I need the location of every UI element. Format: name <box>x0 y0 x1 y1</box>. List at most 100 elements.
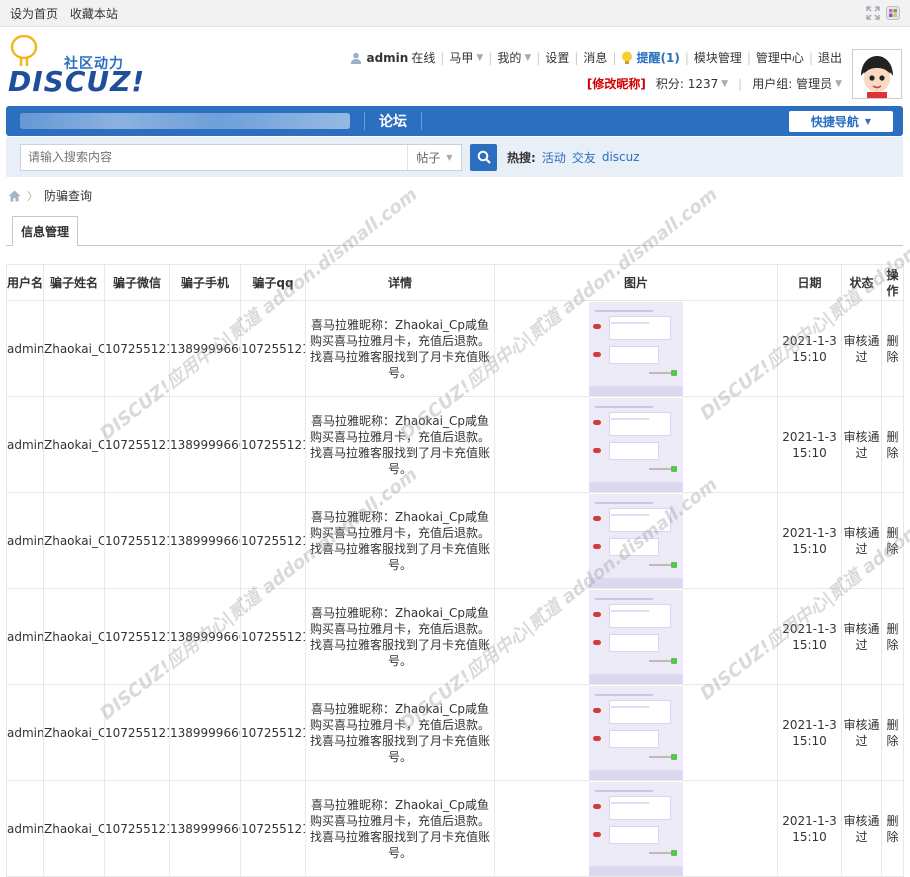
cell-image <box>494 492 778 589</box>
logout-link[interactable]: 退出 <box>818 49 842 66</box>
cell-scammer-name: Zhaokai_Cp <box>43 492 105 589</box>
fullscreen-icon[interactable] <box>866 6 880 20</box>
search-type-select[interactable]: 帖子 ▼ <box>407 144 461 170</box>
search-input[interactable] <box>21 144 407 170</box>
delete-link[interactable]: 删除 <box>881 492 904 589</box>
points-menu[interactable]: 积分: 1237 <box>656 75 718 92</box>
evidence-screenshot-thumbnail[interactable] <box>589 493 683 588</box>
evidence-screenshot-thumbnail[interactable] <box>589 781 683 876</box>
cell-scammer-wechat: 1072551211 <box>104 684 170 781</box>
column-header-scammer-name: 骗子姓名 <box>43 264 105 301</box>
delete-link[interactable]: 删除 <box>881 588 904 685</box>
cell-scammer-qq: 1072551211 <box>240 588 306 685</box>
cell-scammer-phone: 13899996666 <box>169 396 241 493</box>
chevron-down-icon: ▼ <box>864 117 872 126</box>
module-management-link[interactable]: 模块管理 <box>694 49 742 66</box>
cell-scammer-name: Zhaokai_Cp <box>43 684 105 781</box>
username-link[interactable]: admin <box>366 51 408 65</box>
cell-username: admin <box>6 780 44 877</box>
cell-detail: 喜马拉雅昵称：Zhaokai_Cp咸鱼购买喜马拉雅月卡，充值后退款。找喜马拉雅客… <box>305 588 495 685</box>
column-header-detail: 详情 <box>305 264 495 301</box>
set-homepage-link[interactable]: 设为首页 <box>10 7 58 21</box>
hot-search-link[interactable]: discuz <box>602 150 640 164</box>
evidence-screenshot-thumbnail[interactable] <box>589 589 683 684</box>
site-logo[interactable]: 社区动力 DISCUZ! <box>8 35 144 100</box>
top-toolbar: 设为首页 收藏本站 <box>0 0 910 27</box>
hot-search-link[interactable]: 交友 <box>572 149 596 166</box>
cell-image <box>494 780 778 877</box>
settings-link[interactable]: 设置 <box>545 49 569 66</box>
tab-label: 信息管理 <box>20 225 69 239</box>
avatar[interactable] <box>852 49 902 99</box>
column-header-scammer-phone: 骗子手机 <box>169 264 241 301</box>
site-header: 社区动力 DISCUZ! admin 在线 | 马甲 ▼ | 我的 ▼ | 设置 |… <box>0 27 910 105</box>
chevron-down-icon: ▼ <box>835 78 842 89</box>
cell-status: 审核通过 <box>841 396 882 493</box>
evidence-screenshot-thumbnail[interactable] <box>589 685 683 780</box>
home-icon[interactable] <box>8 190 21 202</box>
cell-status: 审核通过 <box>841 300 882 397</box>
toolbar-icons <box>866 6 900 20</box>
vest-menu[interactable]: 马甲 <box>449 49 473 66</box>
cell-scammer-wechat: 1072551211 <box>104 588 170 685</box>
cell-scammer-qq: 1072551211 <box>240 684 306 781</box>
nav-item-forum[interactable]: 论坛 <box>379 111 407 131</box>
cell-date: 2021-1-3 15:10 <box>777 684 842 781</box>
delete-link[interactable]: 删除 <box>881 300 904 397</box>
column-header-date: 日期 <box>777 264 842 301</box>
separator: | <box>738 76 743 91</box>
bookmark-site-link[interactable]: 收藏本站 <box>70 7 118 21</box>
cell-detail: 喜马拉雅昵称：Zhaokai_Cp咸鱼购买喜马拉雅月卡，充值后退款。找喜马拉雅客… <box>305 396 495 493</box>
cell-date: 2021-1-3 15:10 <box>777 780 842 877</box>
main-nav: 论坛 快捷导航 ▼ <box>6 106 903 136</box>
messages-link[interactable]: 消息 <box>583 49 607 66</box>
admin-center-link[interactable]: 管理中心 <box>756 49 804 66</box>
cell-username: admin <box>6 588 44 685</box>
delete-link[interactable]: 删除 <box>881 396 904 493</box>
cell-status: 审核通过 <box>841 684 882 781</box>
table-row: adminZhaokai_Cp1072551211138999966661072… <box>6 588 904 685</box>
remind-link[interactable]: 提醒(1) <box>636 49 679 66</box>
app-icon[interactable] <box>886 6 900 20</box>
separator: | <box>746 50 751 65</box>
cell-status: 审核通过 <box>841 492 882 589</box>
nav-divider <box>421 112 422 130</box>
tab-info-management[interactable]: 信息管理 <box>12 216 78 246</box>
table-row: adminZhaokai_Cp1072551211138999966661072… <box>6 780 904 877</box>
breadcrumb-current[interactable]: 防骗查询 <box>44 187 92 204</box>
cell-detail: 喜马拉雅昵称：Zhaokai_Cp咸鱼购买喜马拉雅月卡，充值后退款。找喜马拉雅客… <box>305 300 495 397</box>
search-button[interactable] <box>470 143 497 171</box>
mine-menu[interactable]: 我的 <box>497 49 521 66</box>
modify-nickname-link[interactable]: [修改昵称] <box>587 75 646 92</box>
cell-date: 2021-1-3 15:10 <box>777 588 842 685</box>
user-group-menu[interactable]: 用户组: 管理员 <box>752 75 832 92</box>
bulb-icon <box>622 51 633 64</box>
column-header-image: 图片 <box>494 264 778 301</box>
separator: | <box>488 50 493 65</box>
quick-nav-button[interactable]: 快捷导航 ▼ <box>789 111 893 132</box>
search-bar: 帖子 ▼ 热搜: 活动 交友 discuz <box>6 137 903 177</box>
cell-image <box>494 588 778 685</box>
cell-scammer-wechat: 1072551211 <box>104 396 170 493</box>
column-header-scammer-wechat: 骗子微信 <box>104 264 170 301</box>
cell-date: 2021-1-3 15:10 <box>777 492 842 589</box>
evidence-screenshot-thumbnail[interactable] <box>589 397 683 492</box>
table-row: adminZhaokai_Cp1072551211138999966661072… <box>6 300 904 397</box>
cell-username: admin <box>6 492 44 589</box>
user-icon <box>351 52 362 64</box>
cell-scammer-qq: 1072551211 <box>240 396 306 493</box>
cell-scammer-qq: 1072551211 <box>240 780 306 877</box>
cell-detail: 喜马拉雅昵称：Zhaokai_Cp咸鱼购买喜马拉雅月卡，充值后退款。找喜马拉雅客… <box>305 492 495 589</box>
hot-search-link[interactable]: 活动 <box>542 149 566 166</box>
cell-scammer-wechat: 1072551211 <box>104 492 170 589</box>
chevron-down-icon: ▼ <box>524 52 532 63</box>
delete-link[interactable]: 删除 <box>881 780 904 877</box>
table-header-row: 用户名 骗子姓名 骗子微信 骗子手机 骗子qq 详情 图片 日期 状态 操作 <box>6 264 904 301</box>
cell-date: 2021-1-3 15:10 <box>777 396 842 493</box>
chevron-down-icon: ▼ <box>721 78 729 89</box>
delete-link[interactable]: 删除 <box>881 684 904 781</box>
table-row: adminZhaokai_Cp1072551211138999966661072… <box>6 492 904 589</box>
evidence-screenshot-thumbnail[interactable] <box>589 301 683 396</box>
cell-scammer-phone: 13899996666 <box>169 588 241 685</box>
column-header-scammer-qq: 骗子qq <box>240 264 306 301</box>
